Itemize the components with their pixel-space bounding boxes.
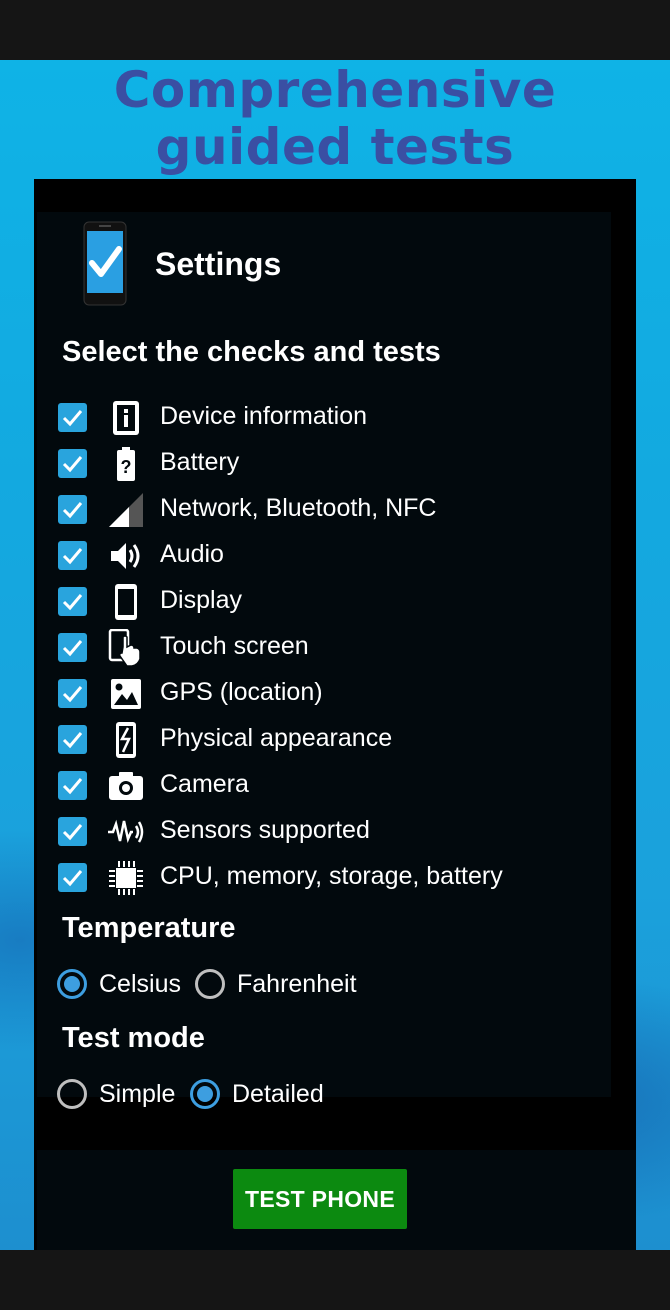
- radio-label-detailed[interactable]: Detailed: [232, 1080, 324, 1109]
- checkbox-checked[interactable]: [58, 817, 87, 846]
- check-row-audio[interactable]: Audio: [58, 536, 578, 576]
- radio-celsius[interactable]: [57, 969, 87, 999]
- chip-icon: [107, 859, 145, 897]
- radio-label-simple[interactable]: Simple: [99, 1080, 175, 1109]
- broken-phone-icon: [107, 721, 145, 759]
- checkbox-checked[interactable]: [58, 863, 87, 892]
- checkbox-checked[interactable]: [58, 403, 87, 432]
- test-phone-button[interactable]: TEST PHONE: [233, 1169, 407, 1229]
- svg-text:?: ?: [121, 457, 132, 477]
- checkbox-checked[interactable]: [58, 725, 87, 754]
- phone-display-icon: [107, 583, 145, 621]
- checks-heading: Select the checks and tests: [62, 336, 441, 368]
- checkbox-checked[interactable]: [58, 771, 87, 800]
- check-label: Sensors supported: [160, 816, 370, 844]
- test-mode-heading: Test mode: [62, 1022, 205, 1054]
- check-row-cpu[interactable]: CPU, memory, storage, battery: [58, 858, 578, 898]
- check-label: Camera: [160, 770, 249, 798]
- radio-label-fahrenheit[interactable]: Fahrenheit: [237, 970, 357, 999]
- top-status-bar: [0, 0, 670, 60]
- check-label: Physical appearance: [160, 724, 393, 752]
- check-row-gps[interactable]: GPS (location): [58, 674, 578, 714]
- bottom-navigation-bar: [0, 1250, 670, 1310]
- touch-icon: [107, 628, 145, 667]
- radio-detailed[interactable]: [190, 1079, 220, 1109]
- checkbox-checked[interactable]: [58, 449, 87, 478]
- speaker-icon: [107, 537, 145, 575]
- checkbox-checked[interactable]: [58, 495, 87, 524]
- check-row-display[interactable]: Display: [58, 582, 578, 622]
- radio-label-celsius[interactable]: Celsius: [99, 970, 181, 999]
- phone-check-icon: [83, 221, 127, 306]
- checkbox-checked[interactable]: [58, 679, 87, 708]
- headline-line-1: Comprehensive: [113, 61, 557, 119]
- headline-line-2: guided tests: [155, 118, 515, 176]
- check-label: GPS (location): [160, 678, 323, 706]
- check-label: Device information: [160, 402, 368, 430]
- promo-headline: Comprehensive guided tests: [0, 62, 670, 176]
- check-row-device-information[interactable]: Device information: [58, 398, 578, 438]
- check-label: Touch screen: [160, 632, 309, 660]
- checkbox-checked[interactable]: [58, 541, 87, 570]
- radio-simple[interactable]: [57, 1079, 87, 1109]
- check-row-touch-screen[interactable]: Touch screen: [58, 628, 578, 668]
- check-row-network[interactable]: Network, Bluetooth, NFC: [58, 490, 578, 530]
- scroll-edge: [611, 212, 636, 1097]
- check-row-sensors[interactable]: Sensors supported: [58, 812, 578, 852]
- temperature-heading: Temperature: [62, 912, 236, 944]
- sensor-wave-icon: [107, 813, 145, 851]
- check-label: CPU, memory, storage, battery: [160, 862, 503, 890]
- check-row-battery[interactable]: ? Battery: [58, 444, 578, 484]
- signal-icon: [107, 491, 145, 529]
- check-row-physical-appearance[interactable]: Physical appearance: [58, 720, 578, 760]
- checkbox-checked[interactable]: [58, 587, 87, 616]
- info-icon: [107, 399, 145, 437]
- checkbox-checked[interactable]: [58, 633, 87, 662]
- check-label: Audio: [160, 540, 224, 568]
- check-label: Display: [160, 586, 242, 614]
- check-label: Battery: [160, 448, 240, 476]
- battery-icon: ?: [107, 445, 145, 483]
- check-row-camera[interactable]: Camera: [58, 766, 578, 806]
- settings-title: Settings: [155, 246, 282, 282]
- camera-icon: [107, 767, 145, 805]
- image-icon: [107, 675, 145, 713]
- radio-fahrenheit[interactable]: [195, 969, 225, 999]
- check-label: Network, Bluetooth, NFC: [160, 494, 437, 522]
